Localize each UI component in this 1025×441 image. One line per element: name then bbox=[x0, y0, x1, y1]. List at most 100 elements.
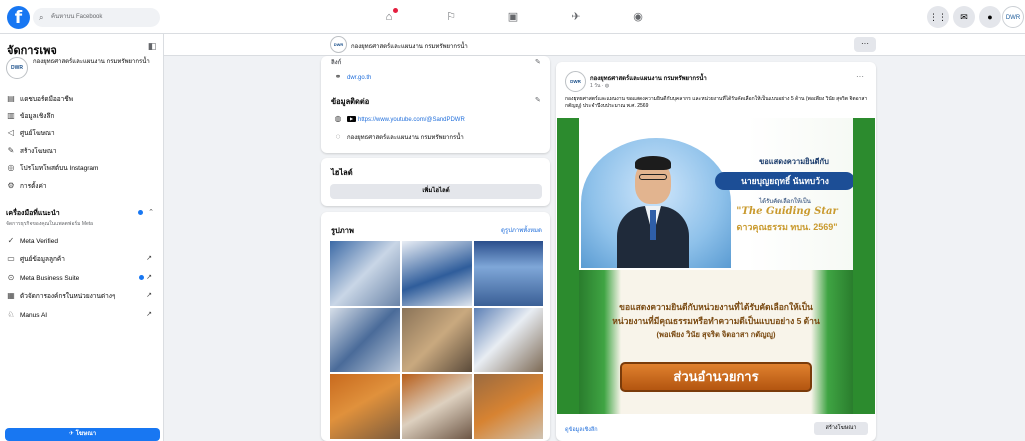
links-label: ลิงก์ bbox=[331, 60, 342, 66]
chevron-up-icon[interactable]: ⌃ bbox=[148, 208, 154, 216]
sidebar-item-ad-center[interactable]: ◁ ศูนย์โฆษณา bbox=[6, 126, 156, 140]
insights-icon: ▥ bbox=[7, 111, 15, 120]
photo-thumbnail[interactable] bbox=[473, 240, 544, 307]
boost-post-button[interactable]: สร้างโฆษณา bbox=[814, 422, 868, 435]
sidebar-tool-business-suite[interactable]: ⊙ Meta Business Suite ↗ bbox=[6, 271, 156, 285]
photo-thumbnail[interactable] bbox=[329, 240, 401, 307]
banner-chosen: ได้รับคัดเลือกให้เป็น bbox=[759, 199, 811, 205]
gear-icon: ⚙ bbox=[7, 181, 15, 190]
page-seal-icon[interactable]: DWR bbox=[565, 71, 586, 92]
sidebar-tool-manus-ai[interactable]: ♘ Manus AI ↗ bbox=[6, 308, 156, 322]
pages-flag-icon[interactable]: ⚐ bbox=[443, 9, 459, 25]
top-bar: f ⌕ ค้นหาบน Facebook ⌂ ⚐ ▣ ✈ ◉ ⋮⋮ ✉ ● DW… bbox=[0, 0, 1025, 34]
add-featured-button[interactable]: เพิ่มไฮไลต์ bbox=[330, 184, 542, 199]
featured-card: ไฮไลต์ เพิ่มไฮไลต์ bbox=[321, 158, 550, 206]
groups-icon[interactable]: ◉ bbox=[630, 9, 646, 25]
sidebar-item-insights[interactable]: ▥ ข้อมูลเชิงลึก bbox=[6, 109, 156, 123]
banner-plate: ส่วนอำนวยการ bbox=[620, 362, 812, 392]
banner-star-title: ดาวคุณธรรม ทบน. 2569" bbox=[736, 222, 838, 232]
post-image[interactable]: ขอแสดงความยินดีกับ นายบุญยฤทธิ์ นันทบว้า… bbox=[557, 118, 875, 414]
contact-info-title: ข้อมูลติดต่อ bbox=[331, 97, 370, 106]
page-seal-icon: DWR bbox=[6, 57, 28, 79]
sidebar-page-name: กองยุทธศาสตร์และแผนงาน กรมทรัพยากรน้ำ bbox=[33, 59, 150, 65]
messenger-icon[interactable]: ✉ bbox=[953, 6, 975, 28]
search-input[interactable]: ⌕ ค้นหาบน Facebook bbox=[33, 8, 160, 27]
pencil-icon: ✎ bbox=[7, 146, 15, 155]
home-icon[interactable]: ⌂ bbox=[381, 8, 398, 25]
messenger-contact[interactable]: ◌ กองยุทธศาสตร์และแผนงาน กรมทรัพยากรน้ำ bbox=[333, 132, 464, 143]
banner-guiding-star: "The Guiding Star bbox=[736, 206, 838, 217]
search-icon: ⌕ bbox=[39, 13, 44, 22]
messenger-icon: ◌ bbox=[335, 132, 341, 141]
new-dot bbox=[139, 275, 144, 280]
photos-grid bbox=[329, 240, 544, 440]
left-sidebar: จัดการเพจ ◧ DWR กองยุทธศาสตร์และแผนงาน ก… bbox=[0, 34, 164, 441]
megaphone-icon: ◁ bbox=[7, 128, 15, 137]
menu-grid-icon[interactable]: ⋮⋮ bbox=[927, 6, 949, 28]
page-header: DWR กองยุทธศาสตร์และแผนงาน กรมทรัพยากรน้… bbox=[164, 34, 1025, 56]
sidebar-tool-meta-verified[interactable]: ✓ Meta Verified bbox=[6, 234, 156, 248]
new-dot bbox=[138, 210, 143, 215]
video-icon[interactable]: ▣ bbox=[505, 9, 521, 25]
photo-thumbnail[interactable] bbox=[401, 240, 473, 307]
sidebar-item-create-ad[interactable]: ✎ สร้างโฆษณา bbox=[6, 144, 156, 158]
post-timestamp[interactable]: 1 วัน · ◍ bbox=[590, 82, 609, 90]
photo-thumbnail[interactable] bbox=[473, 373, 544, 440]
external-link-icon: ↗ bbox=[146, 311, 152, 318]
page-header-title[interactable]: กองยุทธศาสตร์และแผนงาน กรมทรัพยากรน้ำ bbox=[351, 41, 468, 51]
more-options-button[interactable]: ··· bbox=[854, 37, 876, 52]
manus-ai-icon: ♘ bbox=[7, 310, 15, 319]
photos-title: รูปภาพ bbox=[331, 226, 354, 235]
photo-thumbnail[interactable] bbox=[401, 373, 473, 440]
business-suite-icon: ⊙ bbox=[7, 273, 15, 282]
collapse-sidebar-icon[interactable]: ◧ bbox=[146, 40, 158, 52]
notification-dot bbox=[393, 8, 398, 13]
youtube-link[interactable]: ◍ ▶ https://www.youtube.com/@SandPDWR bbox=[333, 114, 465, 125]
pencil-icon[interactable]: ✎ bbox=[535, 96, 541, 104]
tools-title: เครื่องมือที่แนะนำ bbox=[6, 210, 60, 217]
see-all-photos-link[interactable]: ดูรูปภาพทั้งหมด bbox=[501, 225, 542, 235]
megaphone-icon[interactable]: ✈ bbox=[568, 9, 584, 25]
advertise-button[interactable]: ✈ โฆษณา bbox=[5, 428, 160, 441]
photo-thumbnail[interactable] bbox=[329, 307, 401, 373]
recommended-tools-header[interactable]: เครื่องมือที่แนะนำ จัดการธุรกิจของคุณในแ… bbox=[6, 208, 156, 228]
pencil-icon[interactable]: ✎ bbox=[535, 58, 541, 66]
globe-icon: ◍ bbox=[604, 83, 610, 89]
website-link[interactable]: ⚭ dwr.go.th bbox=[333, 72, 372, 83]
contacts-icon: ▭ bbox=[7, 254, 15, 263]
post-more-options-icon[interactable]: ··· bbox=[856, 72, 864, 81]
photo-thumbnail[interactable] bbox=[401, 307, 473, 373]
banner-green-right bbox=[853, 118, 875, 414]
post-text: กองยุทธศาสตร์และแผนงาน ขอแสดงความยินดีกั… bbox=[565, 96, 868, 109]
megaphone-icon: ✈ bbox=[68, 431, 76, 437]
sidebar-item-instagram[interactable]: ◎ โปรโมทโพสต์บน Instagram bbox=[6, 161, 156, 175]
external-link-icon: ↗ bbox=[146, 274, 152, 281]
see-insights-link[interactable]: ดูข้อมูลเชิงลึก bbox=[565, 426, 598, 434]
photo-thumbnail[interactable] bbox=[473, 307, 544, 373]
banner-line-2: หน่วยงานที่มีคุณธรรมหรือทำความดีเป็นแบบอ… bbox=[612, 316, 820, 326]
sidebar-tool-org-manager[interactable]: ▦ ตัวจัดการองค์กรในหน่วยงานต่างๆ ↗ bbox=[6, 289, 156, 303]
curtain-right bbox=[811, 270, 853, 414]
sidebar-item-dashboard[interactable]: ▤ แดชบอร์ดมืออาชีพ bbox=[6, 92, 156, 106]
portrait-photo bbox=[617, 154, 689, 268]
facebook-logo[interactable]: f bbox=[7, 6, 30, 29]
banner-congrats: ขอแสดงความยินดีกับ bbox=[759, 157, 829, 166]
banner-line-3: (พอเพียง วินัย สุจริต จิตอาสา กตัญญู) bbox=[656, 330, 776, 339]
youtube-icon: ▶ bbox=[347, 116, 356, 123]
sidebar-page-profile[interactable]: DWR กองยุทธศาสตร์และแผนงาน กรมทรัพยากรน้… bbox=[6, 56, 156, 82]
banner-green-left bbox=[557, 118, 579, 414]
banner-name: นายบุญยฤทธิ์ นันทบว้าง bbox=[715, 172, 855, 190]
post-card: DWR กองยุทธศาสตร์และแผนงาน กรมทรัพยากรน้… bbox=[556, 62, 876, 441]
intro-card: ลิงก์ ✎ ⚭ dwr.go.th ข้อมูลติดต่อ ✎ ◍ ▶ http… bbox=[321, 56, 550, 153]
notifications-bell-icon[interactable]: ● bbox=[979, 6, 1001, 28]
page-avatar[interactable]: DWR bbox=[1002, 6, 1024, 28]
sidebar-item-settings[interactable]: ⚙ การตั้งค่า bbox=[6, 179, 156, 193]
search-placeholder: ค้นหาบน Facebook bbox=[51, 14, 103, 20]
photo-thumbnail[interactable] bbox=[329, 373, 401, 440]
sidebar-tool-customer-info[interactable]: ▭ ศูนย์ข้อมูลลูกค้า ↗ bbox=[6, 252, 156, 266]
banner-line-1: ขอแสดงความยินดีกับหน่วยงานที่ได้รับคัดเล… bbox=[619, 302, 813, 312]
tools-subtitle: จัดการธุรกิจของคุณในแพลตฟอร์ม Meta bbox=[6, 221, 93, 227]
dashboard-icon: ▤ bbox=[7, 94, 15, 103]
instagram-icon: ◎ bbox=[7, 163, 15, 172]
photos-card: รูปภาพ ดูรูปภาพทั้งหมด bbox=[321, 212, 550, 441]
